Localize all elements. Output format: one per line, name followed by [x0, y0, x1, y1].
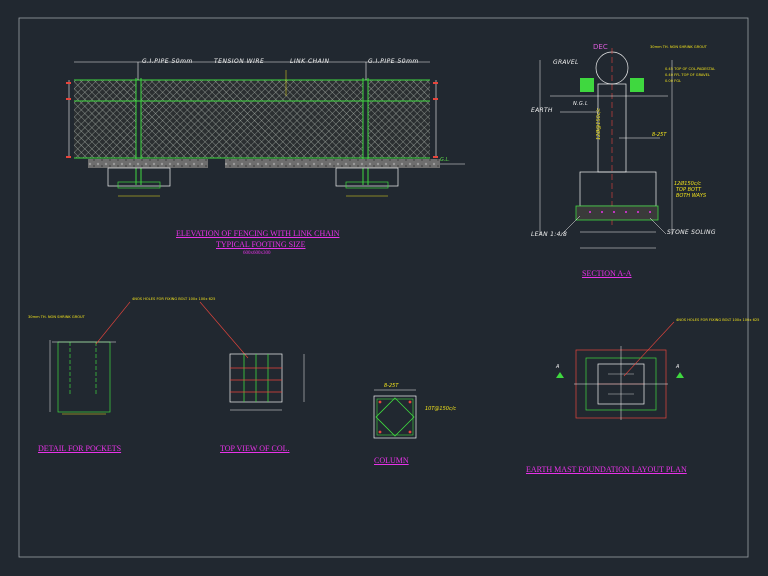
column-section	[373, 389, 417, 439]
section-gravel: GRAVEL	[553, 59, 579, 66]
footing-right	[335, 167, 399, 197]
section-stone-soling: STONE SOLING	[667, 229, 716, 236]
section-earth: EARTH	[531, 107, 553, 114]
top-view-title: TOP VIEW OF COL.	[220, 444, 290, 453]
link-chain-mesh-right	[368, 80, 430, 158]
elevation-title: ELEVATION OF FENCING WITH LINK CHAIN	[176, 229, 340, 238]
ground-strip-right	[300, 159, 440, 168]
footing-left	[107, 167, 171, 197]
section-note-2: 0.40 FFL TOP OF GRAVEL	[665, 73, 710, 77]
section-dec-label: DEC	[593, 43, 608, 51]
section-stirrup: 8-25T	[652, 132, 667, 138]
section-ngl: N.G.L	[573, 101, 589, 107]
pockets-holes: 4NOS HOLES FOR FIXING BOLT 100x 100x 625	[132, 297, 216, 301]
earth-mast-title: EARTH MAST FOUNDATION LAYOUT PLAN	[526, 465, 687, 474]
label-ground-level: G.L.	[440, 157, 450, 163]
label-tension-wire: TENSION WIRE	[214, 58, 265, 65]
section-vertical-rebar: 12Ø@150c/c	[596, 107, 602, 140]
label-gi-pipe-left: G.I.PIPE 50mm	[142, 58, 193, 65]
ground-strip-left	[88, 159, 208, 168]
pockets-grout: 30mm TH. NON SHRINK GROUT	[28, 315, 85, 319]
label-link-chain: LINK CHAIN	[290, 58, 330, 65]
link-chain-mesh-left	[74, 80, 136, 158]
section-grout: 30mm TH. NON SHRINK GROUT	[650, 45, 707, 49]
pockets-title: DETAIL FOR POCKETS	[38, 444, 122, 453]
section-a-a	[539, 48, 673, 249]
link-chain-mesh-center	[141, 80, 363, 158]
section-both-ways: BOTH WAYS	[676, 193, 707, 199]
section-note-3: 0.00 FGL	[665, 79, 681, 83]
section-lean: LEAN 1:4:8	[531, 231, 568, 238]
column-stirrup: 8-25T	[384, 383, 399, 389]
column-rebar: 10T@150c/c	[425, 406, 457, 412]
elevation-footing-size: 600x600x300	[243, 251, 271, 256]
section-note-1: 0.45 TOP OF COL.PADESTAL	[665, 67, 716, 71]
column-title: COLUMN	[374, 456, 409, 465]
elevation-subtitle: TYPICAL FOOTING SIZE	[216, 240, 306, 249]
drawing-sheet	[18, 17, 749, 558]
section-title: SECTION A-A	[582, 269, 632, 278]
top-view-col	[229, 353, 305, 411]
footing-base	[579, 171, 657, 207]
stone-soling	[575, 205, 659, 221]
label-gi-pipe-right: G.I.PIPE 50mm	[368, 58, 419, 65]
fence-elevation	[66, 61, 465, 197]
earth-mast-marker-right: A	[676, 364, 680, 370]
earth-mast-marker-left: A	[556, 364, 560, 370]
earth-mast-holes: 4NOS HOLES FOR FIXING BOLT 100x 100x 625	[676, 318, 760, 322]
earth-mast-plan	[556, 321, 684, 420]
